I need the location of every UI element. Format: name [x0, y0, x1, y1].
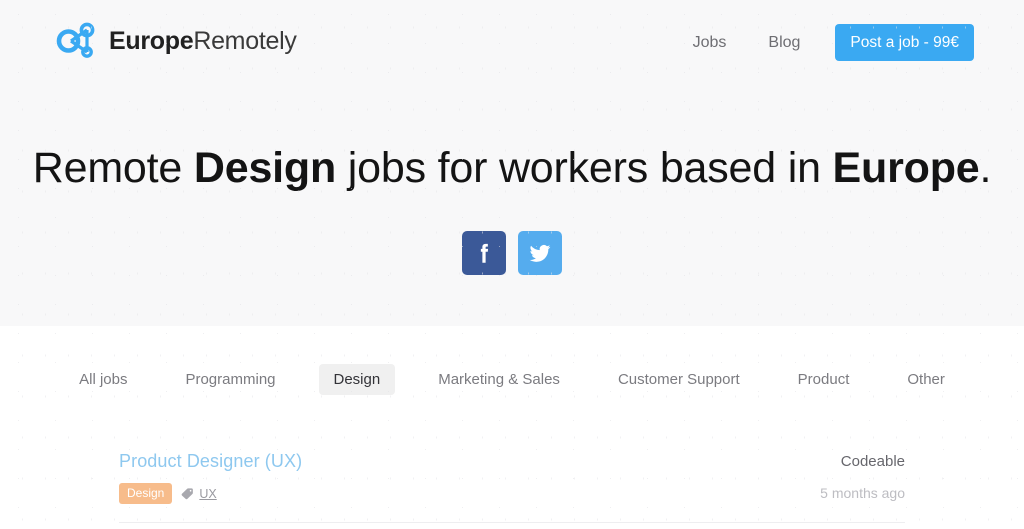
social-share-buttons — [0, 231, 1024, 275]
job-title-link[interactable]: Product Designer (UX) — [119, 450, 302, 472]
network-nodes-icon — [56, 22, 95, 58]
job-tag-link[interactable]: UX — [199, 487, 216, 501]
tab-marketing-sales[interactable]: Marketing & Sales — [423, 364, 575, 395]
brand-name-regular: Remotely — [193, 26, 297, 55]
headline-bold-europe: Europe — [832, 143, 980, 192]
headline-bold-design: Design — [193, 143, 337, 192]
tab-design[interactable]: Design — [318, 364, 396, 395]
job-list: Product Designer (UX) Design UX Codeable… — [119, 440, 905, 523]
tab-customer-support[interactable]: Customer Support — [603, 364, 755, 395]
headline-text-1: Remote — [32, 143, 194, 192]
job-row-right: Codeable 5 months ago — [820, 450, 905, 501]
brand-name-bold: Europe — [109, 26, 194, 55]
brand-name: EuropeRemotely — [109, 26, 297, 55]
nav-link-jobs[interactable]: Jobs — [672, 25, 748, 61]
facebook-icon — [480, 243, 489, 263]
headline-text-3: . — [979, 143, 992, 192]
job-company: Codeable — [840, 453, 905, 470]
post-a-job-button[interactable]: Post a job - 99€ — [835, 24, 974, 61]
job-tags: UX — [181, 487, 217, 501]
table-row[interactable]: Product Designer (UX) Design UX Codeable… — [119, 440, 905, 523]
main-navigation: Jobs Blog Post a job - 99€ — [672, 24, 974, 61]
facebook-share-button[interactable] — [462, 231, 506, 275]
tab-product[interactable]: Product — [783, 364, 865, 395]
page-title: Remote Design jobs for workers based in … — [0, 141, 1024, 196]
job-row-left: Product Designer (UX) Design UX — [119, 450, 302, 504]
twitter-share-button[interactable] — [518, 231, 562, 275]
job-category-tabs: All jobs Programming Design Marketing & … — [0, 364, 1024, 395]
tag-icon — [181, 488, 194, 500]
job-category-badge[interactable]: Design — [119, 483, 173, 504]
job-meta: Design UX — [119, 483, 302, 504]
job-posted-time: 5 months ago — [820, 485, 905, 501]
tab-all-jobs[interactable]: All jobs — [64, 364, 142, 395]
site-header: EuropeRemotely Jobs Blog Post a job - 99… — [0, 0, 1024, 84]
tab-programming[interactable]: Programming — [170, 364, 290, 395]
brand-logo-link[interactable]: EuropeRemotely — [52, 17, 297, 65]
twitter-icon — [529, 244, 551, 262]
nav-link-blog[interactable]: Blog — [747, 25, 821, 61]
tab-other[interactable]: Other — [892, 364, 960, 395]
headline-text-2: jobs for workers based in — [336, 143, 833, 192]
